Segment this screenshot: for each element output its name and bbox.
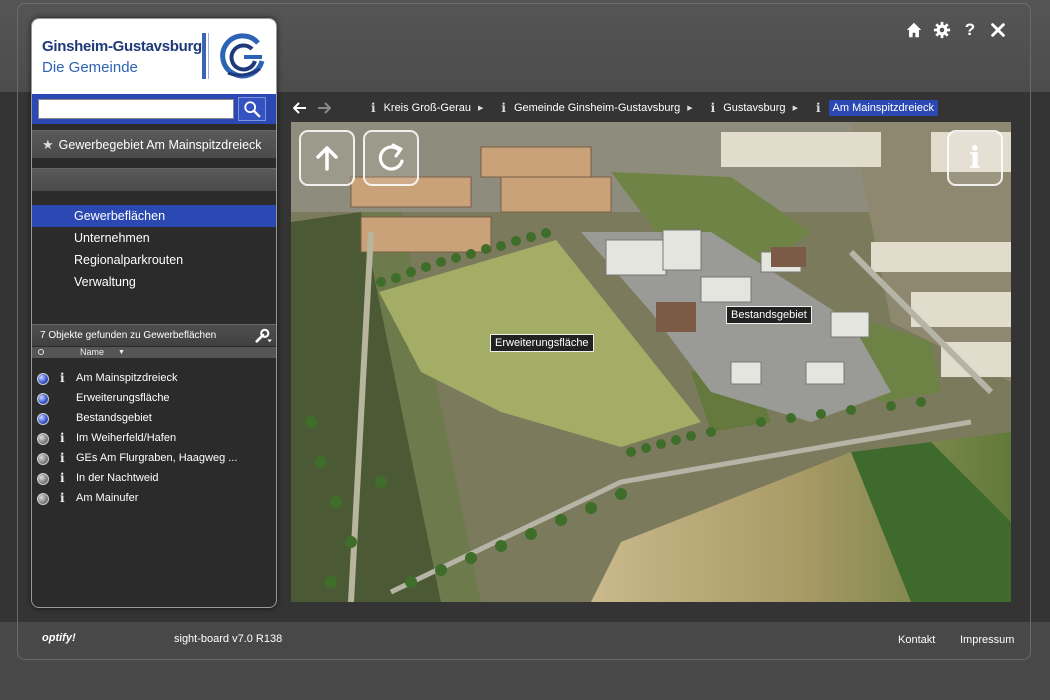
- version-label: sight-board v7.0 R138: [174, 633, 283, 645]
- forward-arrow-icon[interactable]: [315, 99, 333, 117]
- info-icon: i: [815, 101, 821, 115]
- list-item[interactable]: i Im Weiherfeld/Hafen: [32, 429, 276, 449]
- list-item[interactable]: Erweiterungsfläche: [32, 389, 276, 409]
- aerial-map-image: [291, 122, 1011, 602]
- star-icon: ★: [42, 136, 54, 152]
- breadcrumb-item-gustavsburg[interactable]: i Gustavsburg ▶: [711, 101, 798, 115]
- results-list: i Am Mainspitzdreieck Erweiterungsfläche Be…: [32, 369, 276, 509]
- chevron-right-icon: ▶: [792, 105, 798, 112]
- list-item-label: Im Weiherfeld/Hafen: [76, 432, 177, 444]
- map-label-erweiterungsflaeche[interactable]: Erweiterungsfläche: [490, 334, 594, 352]
- municipality-logo: Ginsheim-Gustavsburg Die Gemeinde: [32, 19, 276, 94]
- breadcrumb-item-kreis[interactable]: i Kreis Groß-Gerau ▶: [371, 101, 483, 115]
- help-icon[interactable]: ?: [960, 20, 980, 40]
- imprint-link[interactable]: Impressum: [960, 634, 1014, 646]
- status-ball-grey-icon[interactable]: [37, 453, 49, 465]
- info-icon[interactable]: i: [60, 431, 65, 445]
- status-ball-blue-icon[interactable]: [37, 393, 49, 405]
- breadcrumb-label: Am Mainspitzdreieck: [828, 100, 938, 116]
- contact-link[interactable]: Kontakt: [898, 634, 935, 646]
- close-icon[interactable]: [988, 20, 1008, 40]
- chevron-right-icon: ▶: [687, 105, 693, 112]
- list-item-label: In der Nachtweid: [76, 472, 159, 484]
- results-header: 7 Objekte gefunden zu Gewerbeflächen: [32, 324, 276, 346]
- list-item-label: Am Mainspitzdreieck: [76, 372, 178, 384]
- logo-title: Ginsheim-Gustavsburg: [42, 38, 202, 55]
- list-item-label: Erweiterungsfläche: [76, 392, 170, 404]
- list-item[interactable]: i In der Nachtweid: [32, 469, 276, 489]
- menu-item-gewerbeflaechen[interactable]: Gewerbeflächen: [32, 205, 276, 227]
- list-item-label: GEs Am Flurgraben, Haagweg ...: [76, 452, 238, 464]
- search-button[interactable]: [238, 97, 266, 121]
- aerial-map[interactable]: i Erweiterungsfläche Bestandsgebiet: [291, 122, 1011, 602]
- back-arrow-icon[interactable]: [291, 99, 309, 117]
- list-item[interactable]: i Am Mainspitzdreieck: [32, 369, 276, 389]
- name-column-header[interactable]: Name: [80, 347, 104, 358]
- info-icon[interactable]: i: [60, 371, 65, 385]
- breadcrumb-label: Kreis Groß-Gerau: [383, 102, 471, 114]
- logo-mark-icon: [220, 33, 265, 79]
- menu-item-unternehmen[interactable]: Unternehmen: [32, 227, 276, 249]
- status-ball-grey-icon[interactable]: [37, 433, 49, 445]
- menu-item-verwaltung[interactable]: Verwaltung: [32, 271, 276, 293]
- arrow-up-icon: [316, 146, 338, 171]
- logo-divider-thin: [208, 33, 209, 79]
- category-menu: Gewerbeflächen Unternehmen Regionalparkr…: [32, 205, 276, 293]
- info-icon[interactable]: i: [60, 491, 65, 505]
- search-input[interactable]: [38, 99, 234, 119]
- list-item[interactable]: i Am Mainufer: [32, 489, 276, 509]
- favorite-label: Gewerbegebiet Am Mainspitzdreieck: [58, 137, 262, 152]
- help-glyph: ?: [964, 20, 976, 39]
- favorite-empty-row: [32, 168, 276, 191]
- info-icon: i: [371, 101, 376, 115]
- sidebar: Ginsheim-Gustavsburg Die Gemeinde ★ Gewe…: [31, 18, 277, 608]
- rotate-view-button[interactable]: [363, 130, 419, 186]
- list-item[interactable]: i GEs Am Flurgraben, Haagweg ...: [32, 449, 276, 469]
- north-up-button[interactable]: [299, 130, 355, 186]
- logo-divider: [202, 33, 206, 79]
- list-item-label: Am Mainufer: [76, 492, 139, 504]
- search-icon: [244, 101, 261, 118]
- info-icon[interactable]: i: [60, 471, 65, 485]
- breadcrumb-item-current[interactable]: i Am Mainspitzdreieck: [816, 100, 938, 116]
- status-ball-grey-icon[interactable]: [37, 473, 49, 485]
- status-ball-blue-icon[interactable]: [37, 373, 49, 385]
- info-icon: i: [969, 140, 981, 176]
- breadcrumb-item-gemeinde[interactable]: i Gemeinde Ginsheim-Gustavsburg ▶: [501, 101, 692, 115]
- info-icon: i: [710, 101, 716, 115]
- breadcrumb-label: Gemeinde Ginsheim-Gustavsburg: [513, 102, 681, 114]
- favorite-item[interactable]: ★ Gewerbegebiet Am Mainspitzdreieck: [32, 130, 276, 158]
- list-item-label: Bestandsgebiet: [76, 412, 152, 424]
- search-bar: [32, 94, 276, 124]
- wrench-icon[interactable]: [254, 328, 272, 344]
- home-icon[interactable]: [904, 20, 924, 40]
- brand-logo: optify!: [42, 632, 76, 644]
- results-count-label: 7 Objekte gefunden zu Gewerbeflächen: [40, 330, 217, 341]
- list-item[interactable]: Bestandsgebiet: [32, 409, 276, 429]
- header-toolbar: ?: [904, 20, 1008, 40]
- map-label-bestandsgebiet[interactable]: Bestandsgebiet: [726, 306, 812, 324]
- logo-subtitle: Die Gemeinde: [42, 59, 138, 76]
- chevron-right-icon: ▶: [477, 105, 484, 112]
- results-column-header: Name ▼: [32, 347, 276, 358]
- rotate-icon: [378, 143, 404, 171]
- breadcrumb: i Kreis Groß-Gerau ▶ i Gemeinde Ginsheim…: [291, 98, 938, 118]
- gear-icon[interactable]: [932, 20, 952, 40]
- status-column-icon[interactable]: [38, 349, 44, 355]
- menu-item-regionalparkrouten[interactable]: Regionalparkrouten: [32, 249, 276, 271]
- breadcrumb-label: Gustavsburg: [723, 102, 786, 114]
- info-icon[interactable]: i: [60, 451, 65, 465]
- status-ball-blue-icon[interactable]: [37, 413, 49, 425]
- sort-down-icon[interactable]: ▼: [118, 347, 125, 358]
- map-info-button[interactable]: i: [947, 130, 1003, 186]
- status-ball-grey-icon[interactable]: [37, 493, 49, 505]
- info-icon: i: [501, 101, 506, 115]
